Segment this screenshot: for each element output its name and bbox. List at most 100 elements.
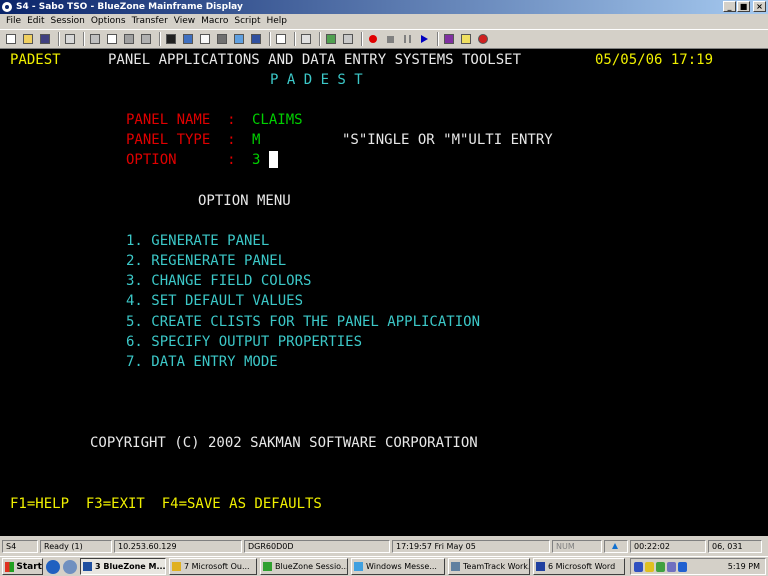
status-session: S4 [2,539,38,553]
arrow-up-icon [612,542,618,549]
toolbar [0,29,768,49]
option-label: OPTION : [126,152,236,168]
option-item[interactable]: 1. GENERATE PANEL [126,233,269,249]
task-bluezone[interactable]: 3 BlueZone M... [80,558,166,575]
option-item[interactable]: 3. CHANGE FIELD COLORS [126,273,311,289]
taskbar: Start 3 BlueZone M... 7 Microsoft Ou... … [0,556,768,576]
tray-smiley-icon[interactable] [645,561,654,572]
tray-network-icon[interactable] [656,561,665,572]
task-outlook[interactable]: 7 Microsoft Ou... [169,558,257,575]
toolbar-separator [269,32,271,46]
start-label: Start [16,561,42,572]
option-field[interactable]: 3 [252,152,260,168]
new-icon[interactable] [4,32,18,46]
copy-icon[interactable] [105,32,119,46]
option-menu-title: OPTION MENU [198,193,291,209]
menu-file[interactable]: File [3,14,24,29]
menu-help[interactable]: Help [264,14,291,29]
windows-logo-icon [5,561,15,572]
status-elapsed: 00:22:02 [630,539,706,553]
settings-icon[interactable] [181,32,195,46]
taskbar-clock: 5:19 PM [727,562,760,571]
menu-script[interactable]: Script [231,14,263,29]
menu-view[interactable]: View [171,14,198,29]
record-icon[interactable] [366,32,380,46]
toolbar-separator [361,32,363,46]
apple-icon[interactable] [476,32,490,46]
system-tray: 5:19 PM [630,558,766,575]
capture-icon[interactable] [299,32,313,46]
option-item[interactable]: 6. SPECIFY OUTPUT PROPERTIES [126,334,362,350]
maximize-button[interactable]: ■ [737,1,750,12]
menu-options[interactable]: Options [88,14,129,29]
stop-icon[interactable] [383,32,397,46]
macro-icon[interactable] [324,32,338,46]
internet-explorer-icon[interactable] [46,559,60,574]
home-icon[interactable] [63,32,77,46]
window-titlebar[interactable]: S4 - Sabo TSO - BlueZone Mainframe Displ… [0,0,768,14]
task-word[interactable]: 6 Microsoft Word [533,558,625,575]
pause-icon[interactable] [400,32,414,46]
toolbar-separator [319,32,321,46]
menu-macro[interactable]: Macro [198,14,231,29]
print-setup-icon[interactable] [139,32,153,46]
app-icon [2,2,12,12]
panel-type-label: PANEL TYPE : [126,132,236,148]
text-cursor [269,151,278,168]
menu-edit[interactable]: Edit [24,14,47,29]
task-label: 3 BlueZone M... [95,562,166,571]
toolbar-separator [294,32,296,46]
status-ip: 10.253.60.129 [114,539,242,553]
tray-volume-icon[interactable] [667,561,676,572]
tray-antivirus-icon[interactable] [678,561,687,572]
start-button[interactable]: Start [2,558,43,575]
panel-name-label: PANEL NAME : [126,112,236,128]
panel-name-field[interactable]: CLAIMS [252,112,303,128]
help-icon[interactable] [459,32,473,46]
task-bluezone-session[interactable]: BlueZone Sessio... [260,558,348,575]
task-messenger[interactable]: Windows Messe... [351,558,445,575]
font-icon[interactable] [198,32,212,46]
find-icon[interactable] [341,32,355,46]
window-controls: _ ■ × [723,1,766,12]
option-item[interactable]: 4. SET DEFAULT VALUES [126,293,303,309]
option-item[interactable]: 7. DATA ENTRY MODE [126,354,278,370]
task-label: 7 Microsoft Ou... [184,562,250,571]
menu-session[interactable]: Session [48,14,88,29]
close-button[interactable]: × [753,1,766,12]
status-terminal-id: DGR60D0D [244,539,390,553]
document-icon[interactable] [274,32,288,46]
display-icon[interactable] [164,32,178,46]
tray-shield-icon[interactable] [634,561,643,572]
status-numlock: NUM [552,539,602,553]
play-icon[interactable] [417,32,431,46]
book-icon[interactable] [442,32,456,46]
option-item[interactable]: 2. REGENERATE PANEL [126,253,286,269]
menu-transfer[interactable]: Transfer [129,14,171,29]
task-teamtrack[interactable]: TeamTrack Work... [448,558,530,575]
save-icon[interactable] [38,32,52,46]
cut-icon[interactable] [88,32,102,46]
bluezone-icon [83,562,92,571]
minimize-button[interactable]: _ [723,1,736,12]
print-icon[interactable] [122,32,136,46]
task-label: Windows Messe... [366,562,437,571]
keyboard-icon[interactable] [215,32,229,46]
terminal-screen[interactable]: PADEST PANEL APPLICATIONS AND DATA ENTRY… [0,49,768,536]
status-state: Ready (1) [40,539,112,553]
status-indicator [604,539,628,553]
session-icon[interactable] [249,32,263,46]
transfer-icon[interactable] [232,32,246,46]
toolbar-separator [437,32,439,46]
panel-type-hint: "S"INGLE OR "M"ULTI ENTRY [342,132,553,148]
copyright: COPYRIGHT (C) 2002 SAKMAN SOFTWARE CORPO… [90,435,478,451]
option-item[interactable]: 5. CREATE CLISTS FOR THE PANEL APPLICATI… [126,314,480,330]
panel-type-field[interactable]: M [252,132,260,148]
session-manager-icon [263,562,272,571]
status-cursor-pos: 06, 031 [708,539,762,553]
panel-id: PADEST [10,52,61,68]
open-folder-icon[interactable] [21,32,35,46]
task-label: 6 Microsoft Word [548,562,616,571]
status-bar: S4 Ready (1) 10.253.60.129 DGR60D0D 17:1… [0,538,768,554]
browser-icon[interactable] [63,559,77,574]
